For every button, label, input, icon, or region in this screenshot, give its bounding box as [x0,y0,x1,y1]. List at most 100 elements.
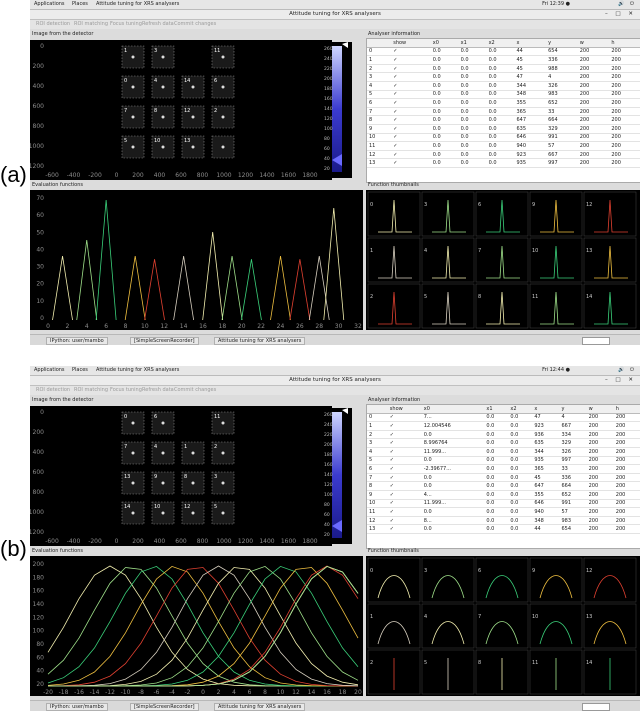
table-row[interactable]: 2 ✓ 0.0 0.0 0.0 45 988 200 200 [367,64,640,74]
detector-image[interactable]: 020040060080010001200 -600 -400 -200 0 200 40… [30,40,332,180]
info-column-header[interactable]: w [577,39,610,48]
analyser-info-table[interactable]: show x0 x1 x2 x y w h 0 ✓ 7... 0.0 0.0 47 4 200 200 1 ✓ 12… [366,404,640,549]
system-tray-icons[interactable]: 🔊 ⏻ [618,367,636,373]
table-row[interactable]: 10 ✓ 0.0 0.0 0.0 646 991 200 200 [367,133,640,143]
show-checkbox[interactable]: ✓ [391,115,431,125]
show-checkbox[interactable]: ✓ [387,438,422,448]
colorbar[interactable]: 260 240 220 200 180 160 140 120 100 80 60 40 20 [324,42,352,178]
show-checkbox[interactable]: ✓ [391,90,431,100]
info-column-header[interactable]: w [586,405,614,414]
info-column-header[interactable]: x [532,405,560,414]
show-checkbox[interactable]: ✓ [387,516,422,526]
table-row[interactable]: 5 ✓ 0.0 0.0 0.0 935 997 200 200 [367,456,640,466]
function-thumbnails[interactable]: 0 3 6 9 121 4 7 10 132 5 8 11 14 [366,556,640,696]
table-row[interactable]: 3 ✓ 0.0 0.0 0.0 47 4 200 200 [367,72,640,82]
active-app-menu[interactable]: Attitude tuning for XRS analysers [96,367,179,373]
info-column-header[interactable]: x1 [458,39,487,48]
active-app-menu[interactable]: Attitude tuning for XRS analysers [96,1,179,7]
table-row[interactable]: 3 ✓ 8.996764 0.0 0.0 635 329 200 200 [367,438,640,448]
info-column-header[interactable]: show [387,405,422,414]
evaluation-plot[interactable]: 706050403020100 0 2 4 6 8 10 12 14 16 18 20 22 24 26 2… [30,190,363,330]
show-checkbox[interactable]: ✓ [391,55,431,65]
show-checkbox[interactable]: ✓ [391,81,431,91]
info-column-header[interactable]: y [546,39,578,48]
info-column-header[interactable]: y [559,405,587,414]
show-checkbox[interactable]: ✓ [391,133,431,143]
table-row[interactable]: 8 ✓ 0.0 0.0 0.0 647 664 200 200 [367,481,640,491]
show-checkbox[interactable]: ✓ [391,150,431,160]
table-row[interactable]: 13 ✓ 0.0 0.0 0.0 935 997 200 200 [367,158,640,168]
show-checkbox[interactable]: ✓ [391,47,431,57]
info-column-header[interactable]: h [613,405,640,414]
window-title-bar[interactable]: Attitude tuning for XRS analysers – □ ✕ [30,376,640,386]
workspace-switcher[interactable] [582,703,610,711]
table-row[interactable]: 9 ✓ 0.0 0.0 0.0 635 329 200 200 [367,124,640,134]
info-column-header[interactable] [367,405,388,414]
info-column-header[interactable]: h [609,39,640,48]
info-column-header[interactable]: x2 [486,39,515,48]
show-checkbox[interactable]: ✓ [387,447,422,457]
taskbar-ipython[interactable]: IPython: user/mambo [46,703,108,711]
show-checkbox[interactable]: ✓ [387,473,422,483]
table-row[interactable]: 7 ✓ 0.0 0.0 0.0 45 336 200 200 [367,473,640,483]
places-menu[interactable]: Places [72,1,88,7]
table-row[interactable]: 13 ✓ 0.0 0.0 0.0 44 654 200 200 [367,524,640,534]
info-column-header[interactable] [367,39,392,48]
window-title-bar[interactable]: Attitude tuning for XRS analysers – □ ✕ [30,10,640,20]
show-checkbox[interactable]: ✓ [391,141,431,151]
table-row[interactable]: 5 ✓ 0.0 0.0 0.0 348 983 200 200 [367,90,640,100]
table-row[interactable]: 0 ✓ 7... 0.0 0.0 47 4 200 200 [367,413,640,423]
show-checkbox[interactable]: ✓ [391,158,431,168]
places-menu[interactable]: Places [72,367,88,373]
taskbar-ipython[interactable]: IPython: user/mambo [46,337,108,345]
commit-changes-button[interactable]: Commit changes [174,21,216,27]
show-checkbox[interactable]: ✓ [387,490,422,500]
analyser-info-table[interactable]: show x0 x1 x2 x y w h 0 ✓ 0.0 0.0 0.0 44 654 200 200 1 ✓ 0… [366,38,640,183]
table-row[interactable]: 6 ✓ -2.39677... 0.0 0.0 365 33 200 200 [367,464,640,474]
table-row[interactable]: 1 ✓ 12.004546 0.0 0.0 923 667 200 200 [367,421,640,431]
table-row[interactable]: 4 ✓ 11.999... 0.0 0.0 344 326 200 200 [367,447,640,457]
table-row[interactable]: 12 ✓ 8... 0.0 0.0 348 983 200 200 [367,516,640,526]
show-checkbox[interactable]: ✓ [391,64,431,74]
table-row[interactable]: 7 ✓ 0.0 0.0 0.0 365 33 200 200 [367,107,640,117]
show-checkbox[interactable]: ✓ [391,107,431,117]
show-checkbox[interactable]: ✓ [387,481,422,491]
table-row[interactable]: 2 ✓ 0.0 0.0 0.0 936 334 200 200 [367,430,640,440]
table-row[interactable]: 0 ✓ 0.0 0.0 0.0 44 654 200 200 [367,47,640,57]
show-checkbox[interactable]: ✓ [387,507,422,517]
table-row[interactable]: 12 ✓ 0.0 0.0 0.0 923 667 200 200 [367,150,640,160]
taskbar-recorder[interactable]: [SimpleScreenRecorder] [130,337,199,345]
info-column-header[interactable]: x0 [421,405,485,414]
show-checkbox[interactable]: ✓ [387,413,422,423]
taskbar-attitude[interactable]: Attitude tuning for XRS analysers [214,703,306,711]
system-tray-icons[interactable]: 🔊 ⏻ [618,1,636,7]
show-checkbox[interactable]: ✓ [391,72,431,82]
table-row[interactable]: 6 ✓ 0.0 0.0 0.0 355 652 200 200 [367,98,640,108]
taskbar-recorder[interactable]: [SimpleScreenRecorder] [130,703,199,711]
show-checkbox[interactable]: ✓ [387,464,422,474]
show-checkbox[interactable]: ✓ [391,124,431,134]
table-row[interactable]: 4 ✓ 0.0 0.0 0.0 344 326 200 200 [367,81,640,91]
refresh-data-button[interactable]: Refresh data [142,21,174,27]
show-checkbox[interactable]: ✓ [387,524,422,534]
function-thumbnails[interactable]: 0 3 6 9 121 4 7 10 132 5 8 11 14 [366,190,640,330]
table-row[interactable]: 8 ✓ 0.0 0.0 0.0 647 664 200 200 [367,115,640,125]
window-controls[interactable]: – □ ✕ [605,376,636,385]
roi-detection-button[interactable]: ROI detection [36,21,70,27]
info-column-header[interactable]: x2 [508,405,533,414]
applications-menu[interactable]: Applications [34,1,65,7]
colorbar[interactable]: 260 240 220 200 180 160 140 120 100 80 60 40 20 [324,408,352,544]
workspace-switcher[interactable] [582,337,610,345]
focus-tuning-button[interactable]: Focus tuning [110,387,142,393]
table-row[interactable]: 1 ✓ 0.0 0.0 0.0 45 336 200 200 [367,55,640,65]
info-column-header[interactable]: show [391,39,431,48]
refresh-data-button[interactable]: Refresh data [142,387,174,393]
table-row[interactable]: 11 ✓ 0.0 0.0 0.0 940 57 200 200 [367,507,640,517]
applications-menu[interactable]: Applications [34,367,65,373]
table-row[interactable]: 10 ✓ 11.999... 0.0 0.0 646 991 200 200 [367,499,640,509]
info-column-header[interactable]: x0 [430,39,459,48]
show-checkbox[interactable]: ✓ [387,421,422,431]
clock[interactable]: Fri 12:44 ● [542,367,570,373]
evaluation-plot[interactable]: 20018016014012010080604020 -20 -18 -16 -14-… [30,556,363,696]
roi-matching-button[interactable]: ROI matching [74,387,108,393]
